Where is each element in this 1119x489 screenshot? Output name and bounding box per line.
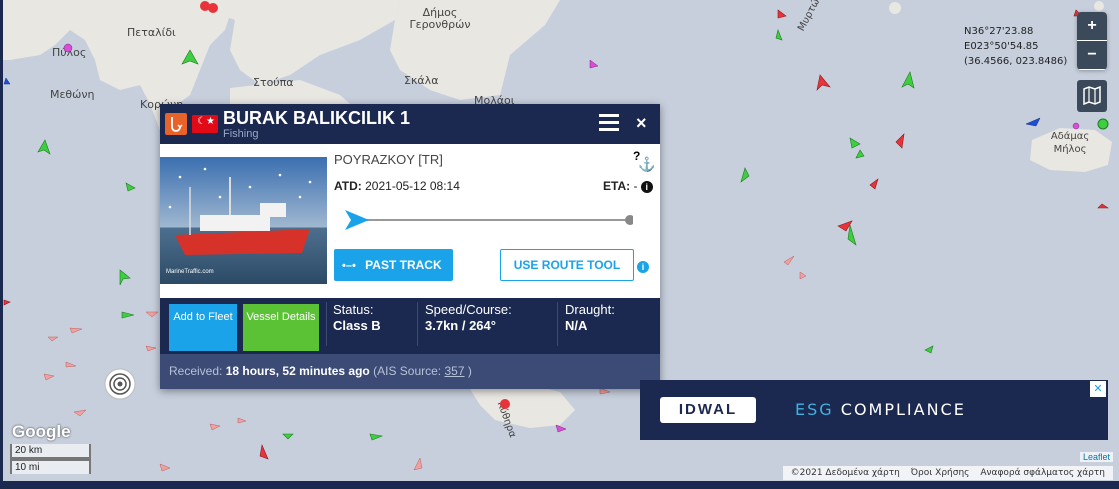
- atd-label: ATD:: [334, 179, 362, 193]
- draught-stat: Draught: N/A: [565, 302, 615, 333]
- vessel-photo[interactable]: MarineTraffic.com: [160, 157, 327, 284]
- eta-line: ETA: - i: [603, 179, 653, 193]
- scale-km: 20 km: [10, 444, 91, 459]
- popup-header: BURAK BALIKCILIK 1 Fishing ×: [160, 104, 660, 144]
- divider: [557, 302, 558, 346]
- status-label: Status:: [333, 302, 374, 317]
- route-tool-button[interactable]: USE ROUTE TOOL: [500, 249, 634, 281]
- vessel-details-button[interactable]: Vessel Details: [243, 304, 319, 351]
- speed-label: Speed/Course:: [425, 302, 512, 317]
- vessel-stats-bar: Add to Fleet Vessel Details Status: Clas…: [160, 298, 660, 354]
- zoom-in-button[interactable]: +: [1077, 12, 1107, 41]
- draught-value: N/A: [565, 318, 588, 333]
- map-data-credit: ©2021 Δεδομένα χάρτη: [790, 468, 900, 478]
- flag-icon: [192, 115, 218, 133]
- received-line: Received: 18 hours, 52 minutes ago (AIS …: [160, 354, 660, 389]
- vessel-type: Fishing: [223, 128, 259, 140]
- ad-close-icon[interactable]: ✕: [1090, 381, 1106, 397]
- google-logo: Google: [12, 422, 71, 441]
- voyage-progress: [345, 210, 633, 230]
- speed-value: 3.7kn / 264°: [425, 318, 496, 333]
- coordinates-readout: N36°27'23.88 E023°50'54.85 (36.4566, 023…: [964, 24, 1067, 69]
- received-label: Received:: [169, 364, 223, 378]
- idwal-logo: IDWAL: [660, 397, 756, 423]
- layers-button[interactable]: [1077, 80, 1107, 112]
- ad-text-accent: ESG: [795, 400, 834, 419]
- terms-link[interactable]: Όροι Χρήσης: [911, 468, 970, 478]
- status-value: Class B: [333, 318, 381, 333]
- map-attribution: ©2021 Δεδομένα χάρτη Όροι Χρήσης Αναφορά…: [782, 466, 1113, 480]
- zoom-out-button[interactable]: −: [1077, 41, 1107, 70]
- frame-edge: [0, 481, 1119, 489]
- ais-source-label: (AIS Source:: [373, 364, 442, 378]
- vessel-name: BURAK BALIKCILIK 1: [223, 108, 410, 128]
- info-icon[interactable]: i: [640, 180, 653, 193]
- atd-line: ATD: 2021-05-12 08:14: [334, 179, 460, 193]
- eta-value: -: [633, 179, 638, 193]
- destination: POYRAZKOY [TR]: [334, 152, 443, 167]
- eta-label: ETA:: [603, 179, 631, 193]
- past-track-label: PAST TRACK: [365, 258, 442, 272]
- ad-banner[interactable]: IDWAL ESG COMPLIANCE ✕: [640, 380, 1108, 440]
- ad-text: ESG COMPLIANCE: [795, 400, 966, 419]
- close-icon[interactable]: ×: [636, 113, 647, 134]
- add-to-fleet-button[interactable]: Add to Fleet: [169, 304, 237, 351]
- coord-lat: N36°27'23.88: [964, 26, 1034, 37]
- report-error-link[interactable]: Αναφορά σφάλματος χάρτη: [980, 468, 1105, 478]
- frame-edge: [0, 0, 3, 489]
- ad-text-rest: COMPLIANCE: [840, 400, 966, 419]
- track-icon: •–•: [342, 260, 356, 272]
- scale-mi: 10 mi: [10, 459, 91, 474]
- coord-lon: E023°50'54.85: [964, 41, 1039, 52]
- status-stat: Status: Class B: [333, 302, 381, 333]
- atd-value: 2021-05-12 08:14: [365, 179, 460, 193]
- divider: [326, 302, 327, 346]
- target-icon[interactable]: [104, 368, 136, 400]
- speed-stat: Speed/Course: 3.7kn / 264°: [425, 302, 512, 333]
- vessel-popup: BURAK BALIKCILIK 1 Fishing × MarineTraff…: [160, 104, 660, 389]
- divider: [417, 302, 418, 346]
- scale-bar: 20 km 10 mi: [10, 444, 91, 474]
- anchor-icon: ⚓: [638, 156, 656, 172]
- received-value: 18 hours, 52 minutes ago: [225, 364, 370, 378]
- coord-decimal: (36.4566, 023.8486): [964, 56, 1068, 67]
- past-track-button[interactable]: •–• PAST TRACK: [334, 249, 453, 281]
- menu-icon[interactable]: [599, 114, 619, 132]
- photo-credit: MarineTraffic.com: [166, 269, 214, 275]
- info-icon[interactable]: i: [637, 260, 649, 273]
- zoom-control: + −: [1077, 12, 1107, 70]
- fishing-vessel-icon: [165, 113, 187, 135]
- ais-source-close: ): [467, 364, 472, 378]
- leaflet-link[interactable]: Leaflet: [1079, 452, 1113, 462]
- map-layers-icon: [1083, 85, 1101, 106]
- ais-source-link[interactable]: 357: [444, 364, 464, 378]
- draught-label: Draught:: [565, 302, 615, 317]
